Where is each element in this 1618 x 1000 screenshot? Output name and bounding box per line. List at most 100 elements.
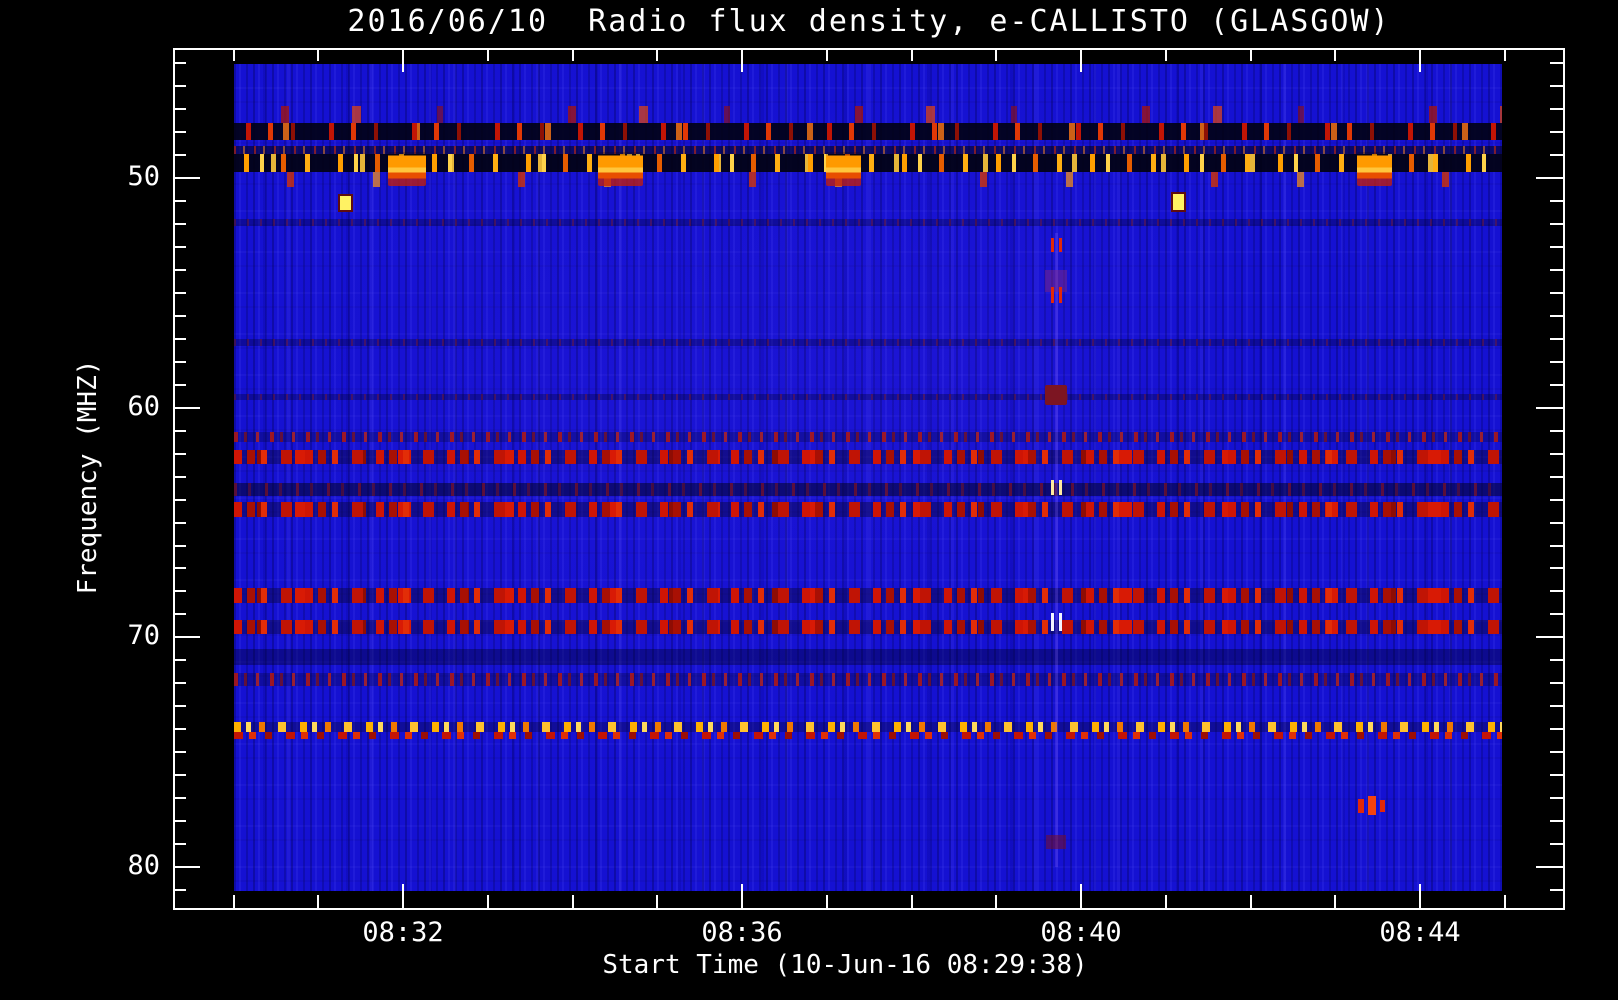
y-tick bbox=[1550, 383, 1563, 386]
y-tick bbox=[1550, 291, 1563, 294]
y-tick bbox=[1550, 659, 1563, 662]
y-tick bbox=[1550, 590, 1563, 593]
x-tick bbox=[741, 884, 743, 908]
x-tick bbox=[1334, 895, 1337, 908]
y-tick bbox=[173, 291, 186, 294]
y-tick bbox=[173, 636, 200, 639]
y-tick bbox=[1550, 429, 1563, 432]
y-tick bbox=[173, 590, 186, 593]
y-tick bbox=[173, 383, 186, 386]
x-tick bbox=[825, 895, 828, 908]
y-tick bbox=[173, 705, 186, 708]
y-tick bbox=[173, 659, 186, 662]
y-tick bbox=[1550, 337, 1563, 340]
y-tick bbox=[173, 498, 186, 501]
x-tick bbox=[1419, 884, 1421, 908]
y-tick bbox=[173, 843, 186, 846]
y-tick bbox=[173, 406, 200, 409]
y-tick bbox=[1550, 108, 1563, 111]
x-tick-label: 08:36 bbox=[701, 917, 783, 948]
x-tick bbox=[1503, 895, 1506, 908]
y-tick bbox=[173, 62, 186, 65]
y-tick bbox=[1550, 62, 1563, 65]
x-tick bbox=[995, 48, 998, 61]
x-tick bbox=[232, 895, 235, 908]
y-tick bbox=[173, 177, 200, 179]
x-tick-label: 08:32 bbox=[362, 917, 444, 948]
x-tick bbox=[317, 895, 320, 908]
x-tick bbox=[1503, 48, 1506, 61]
spectrogram-page: 2016/06/10 Radio flux density, e-CALLIST… bbox=[0, 0, 1618, 1000]
y-tick bbox=[1550, 154, 1563, 157]
x-tick-label: 08:44 bbox=[1379, 917, 1461, 948]
y-tick bbox=[1550, 131, 1563, 134]
y-tick bbox=[173, 429, 186, 432]
y-tick-label: 80 bbox=[127, 850, 160, 882]
y-tick bbox=[1550, 774, 1563, 777]
x-tick bbox=[486, 48, 489, 61]
y-tick bbox=[173, 85, 186, 88]
y-tick bbox=[173, 544, 186, 547]
y-tick bbox=[173, 131, 186, 134]
y-tick bbox=[1550, 751, 1563, 754]
x-tick bbox=[910, 48, 913, 61]
x-tick bbox=[1249, 48, 1252, 61]
x-tick bbox=[1164, 48, 1167, 61]
y-tick bbox=[173, 108, 186, 111]
y-tick bbox=[1550, 521, 1563, 524]
y-tick bbox=[1550, 797, 1563, 800]
chart-title: 2016/06/10 Radio flux density, e-CALLIST… bbox=[347, 4, 1391, 39]
x-tick bbox=[571, 48, 574, 61]
y-tick bbox=[1550, 682, 1563, 685]
y-tick bbox=[173, 613, 186, 616]
x-axis-title: Start Time (10-Jun-16 08:29:38) bbox=[602, 950, 1088, 980]
y-tick bbox=[173, 889, 186, 892]
y-tick bbox=[1550, 889, 1563, 892]
x-tick bbox=[317, 48, 320, 61]
x-tick bbox=[656, 895, 659, 908]
y-tick bbox=[173, 337, 186, 340]
x-tick bbox=[910, 895, 913, 908]
y-tick bbox=[1550, 475, 1563, 478]
y-tick bbox=[1550, 85, 1563, 88]
y-tick bbox=[173, 199, 186, 202]
x-tick bbox=[656, 48, 659, 61]
y-tick bbox=[1550, 728, 1563, 731]
x-tick bbox=[1419, 48, 1421, 72]
y-tick bbox=[173, 728, 186, 731]
y-tick bbox=[1550, 452, 1563, 455]
x-tick bbox=[825, 48, 828, 61]
y-tick bbox=[173, 154, 186, 157]
y-tick bbox=[173, 774, 186, 777]
y-tick bbox=[173, 682, 186, 685]
y-tick bbox=[1550, 314, 1563, 317]
x-tick bbox=[1080, 48, 1082, 72]
y-tick bbox=[173, 314, 186, 317]
y-tick bbox=[173, 268, 186, 271]
x-tick bbox=[402, 884, 404, 908]
y-tick-label: 50 bbox=[127, 161, 160, 192]
y-tick bbox=[173, 360, 186, 363]
y-tick bbox=[173, 222, 186, 225]
y-axis-title: Frequency (MHZ) bbox=[73, 359, 103, 595]
y-tick bbox=[173, 521, 186, 524]
y-tick bbox=[1550, 544, 1563, 547]
x-tick bbox=[402, 48, 404, 72]
x-tick bbox=[995, 895, 998, 908]
x-tick bbox=[1249, 895, 1252, 908]
y-tick bbox=[173, 797, 186, 800]
x-tick bbox=[486, 895, 489, 908]
y-tick bbox=[173, 820, 186, 823]
y-tick bbox=[1536, 177, 1563, 179]
y-tick bbox=[1550, 360, 1563, 363]
y-tick bbox=[1550, 613, 1563, 616]
y-tick bbox=[1536, 636, 1563, 639]
y-tick bbox=[1550, 705, 1563, 708]
x-tick bbox=[232, 48, 235, 61]
y-tick bbox=[1550, 199, 1563, 202]
y-tick bbox=[173, 245, 186, 248]
y-tick bbox=[1550, 245, 1563, 248]
y-tick bbox=[1536, 866, 1563, 869]
x-tick bbox=[1334, 48, 1337, 61]
y-tick bbox=[173, 567, 186, 570]
